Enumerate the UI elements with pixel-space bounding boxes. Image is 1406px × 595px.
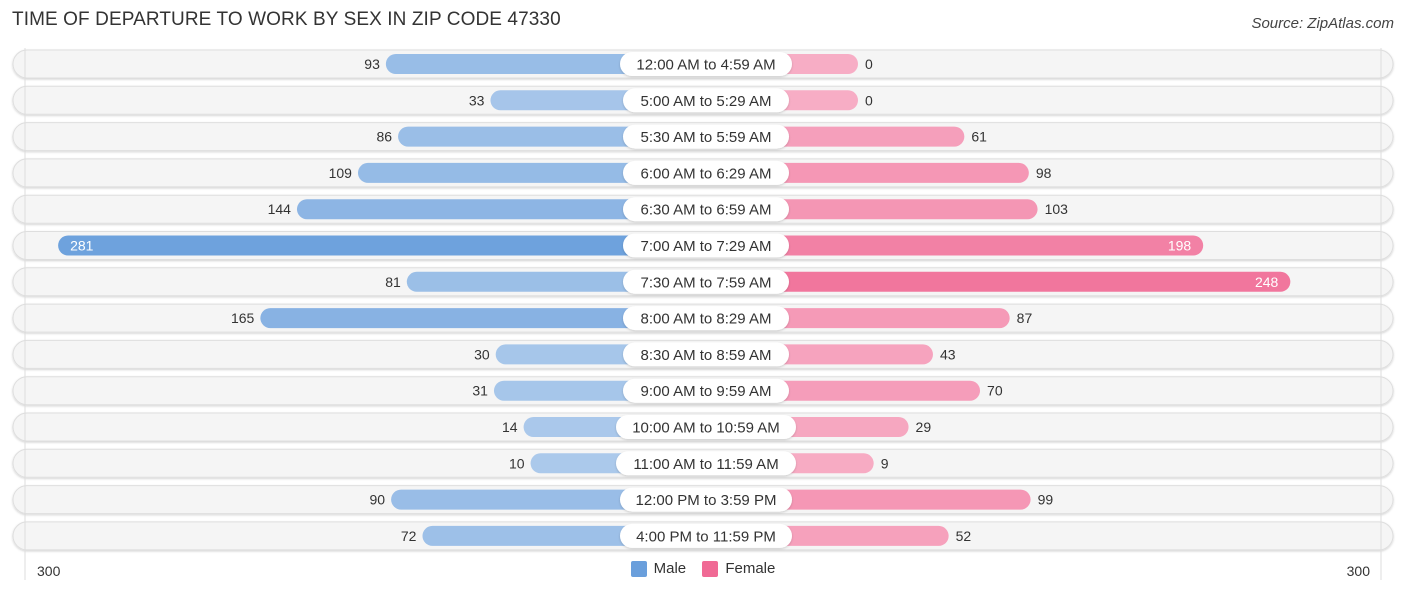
chart-row: 8:30 AM to 8:59 AM 30 43 xyxy=(12,339,1394,369)
value-label-male: 81 xyxy=(385,274,401,290)
category-label: 12:00 AM to 4:59 AM xyxy=(636,57,775,74)
value-label-female: 198 xyxy=(1168,238,1192,254)
category-label: 11:00 AM to 11:59 AM xyxy=(633,456,778,473)
legend-swatch-male xyxy=(630,560,647,577)
value-label-male: 165 xyxy=(231,310,255,326)
chart-row: 9:00 AM to 9:59 AM 31 70 xyxy=(12,376,1394,406)
chart-row: 10:00 AM to 10:59 AM 14 29 xyxy=(12,412,1394,442)
legend-item-male[interactable]: Male xyxy=(630,560,687,577)
category-label: 7:30 AM to 7:59 AM xyxy=(641,274,772,291)
category-label: 4:00 PM to 11:59 PM xyxy=(636,528,776,545)
chart-row: 7:00 AM to 7:29 AM 281 198 xyxy=(12,231,1394,260)
chart-row: 12:00 AM to 4:59 AM 93 0 xyxy=(12,49,1394,79)
value-label-female: 87 xyxy=(1017,310,1033,326)
category-label: 5:00 AM to 5:29 AM xyxy=(641,93,772,110)
category-label: 5:30 AM to 5:59 AM xyxy=(641,129,772,146)
value-label-male: 14 xyxy=(502,419,518,435)
chart-row: 6:30 AM to 6:59 AM 144 103 xyxy=(12,194,1394,224)
chart-row: 6:00 AM to 6:29 AM 109 98 xyxy=(12,158,1394,188)
chart-row: 4:00 PM to 11:59 PM 72 52 xyxy=(12,521,1394,551)
value-label-male: 281 xyxy=(70,238,94,254)
value-label-male: 109 xyxy=(329,165,353,181)
chart-canvas: 12:00 AM to 4:59 AM93 05:00 AM to 5:29 AM… xyxy=(12,48,1394,580)
chart-row: 12:00 PM to 3:59 PM 90 99 xyxy=(12,485,1394,515)
value-label-male: 31 xyxy=(472,383,488,399)
value-label-female: 9 xyxy=(881,455,889,471)
legend-item-female[interactable]: Female xyxy=(702,560,775,577)
bar-female xyxy=(703,271,1291,292)
category-label: 10:00 AM to 10:59 AM xyxy=(632,420,780,437)
category-label: 8:00 AM to 8:29 AM xyxy=(641,311,772,328)
legend: Male Female xyxy=(0,560,1406,581)
value-label-female: 43 xyxy=(940,346,956,362)
category-label: 6:30 AM to 6:59 AM xyxy=(641,202,772,219)
bar-male xyxy=(58,235,703,256)
value-label-male: 72 xyxy=(401,528,417,544)
category-label: 9:00 AM to 9:59 AM xyxy=(641,383,772,400)
value-label-female: 52 xyxy=(956,528,972,544)
category-label: 6:00 AM to 6:29 AM xyxy=(641,165,772,182)
value-label-female: 29 xyxy=(916,419,932,435)
chart-row: 5:30 AM to 5:59 AM 86 61 xyxy=(12,122,1394,152)
category-label: 7:00 AM to 7:29 AM xyxy=(641,238,772,255)
value-label-female: 0 xyxy=(865,92,873,108)
legend-swatch-female xyxy=(702,560,719,577)
chart-row: 11:00 AM to 11:59 AM 10 9 xyxy=(12,448,1394,478)
value-label-male: 90 xyxy=(370,492,386,508)
legend-label-male: Male xyxy=(653,560,687,577)
value-label-male: 30 xyxy=(474,346,490,362)
value-label-female: 248 xyxy=(1255,274,1279,290)
value-label-male: 144 xyxy=(268,201,292,217)
category-label: 12:00 PM to 3:59 PM xyxy=(636,492,777,509)
value-label-male: 10 xyxy=(509,455,525,471)
legend-label-female: Female xyxy=(725,560,776,577)
value-label-male: 86 xyxy=(376,129,392,145)
category-label: 8:30 AM to 8:59 AM xyxy=(641,347,772,364)
value-label-female: 98 xyxy=(1036,165,1052,181)
value-label-female: 61 xyxy=(971,129,987,145)
value-label-female: 70 xyxy=(987,383,1003,399)
chart-row: 5:00 AM to 5:29 AM 33 0 xyxy=(12,85,1394,115)
value-label-male: 93 xyxy=(364,56,380,72)
value-label-female: 0 xyxy=(865,56,873,72)
chart-row: 7:30 AM to 7:59 AM 81 248 xyxy=(12,267,1394,297)
value-label-female: 103 xyxy=(1045,201,1069,217)
value-label-female: 99 xyxy=(1038,492,1054,508)
value-label-male: 33 xyxy=(469,92,485,108)
chart-row: 8:00 AM to 8:29 AM 165 87 xyxy=(12,303,1394,333)
